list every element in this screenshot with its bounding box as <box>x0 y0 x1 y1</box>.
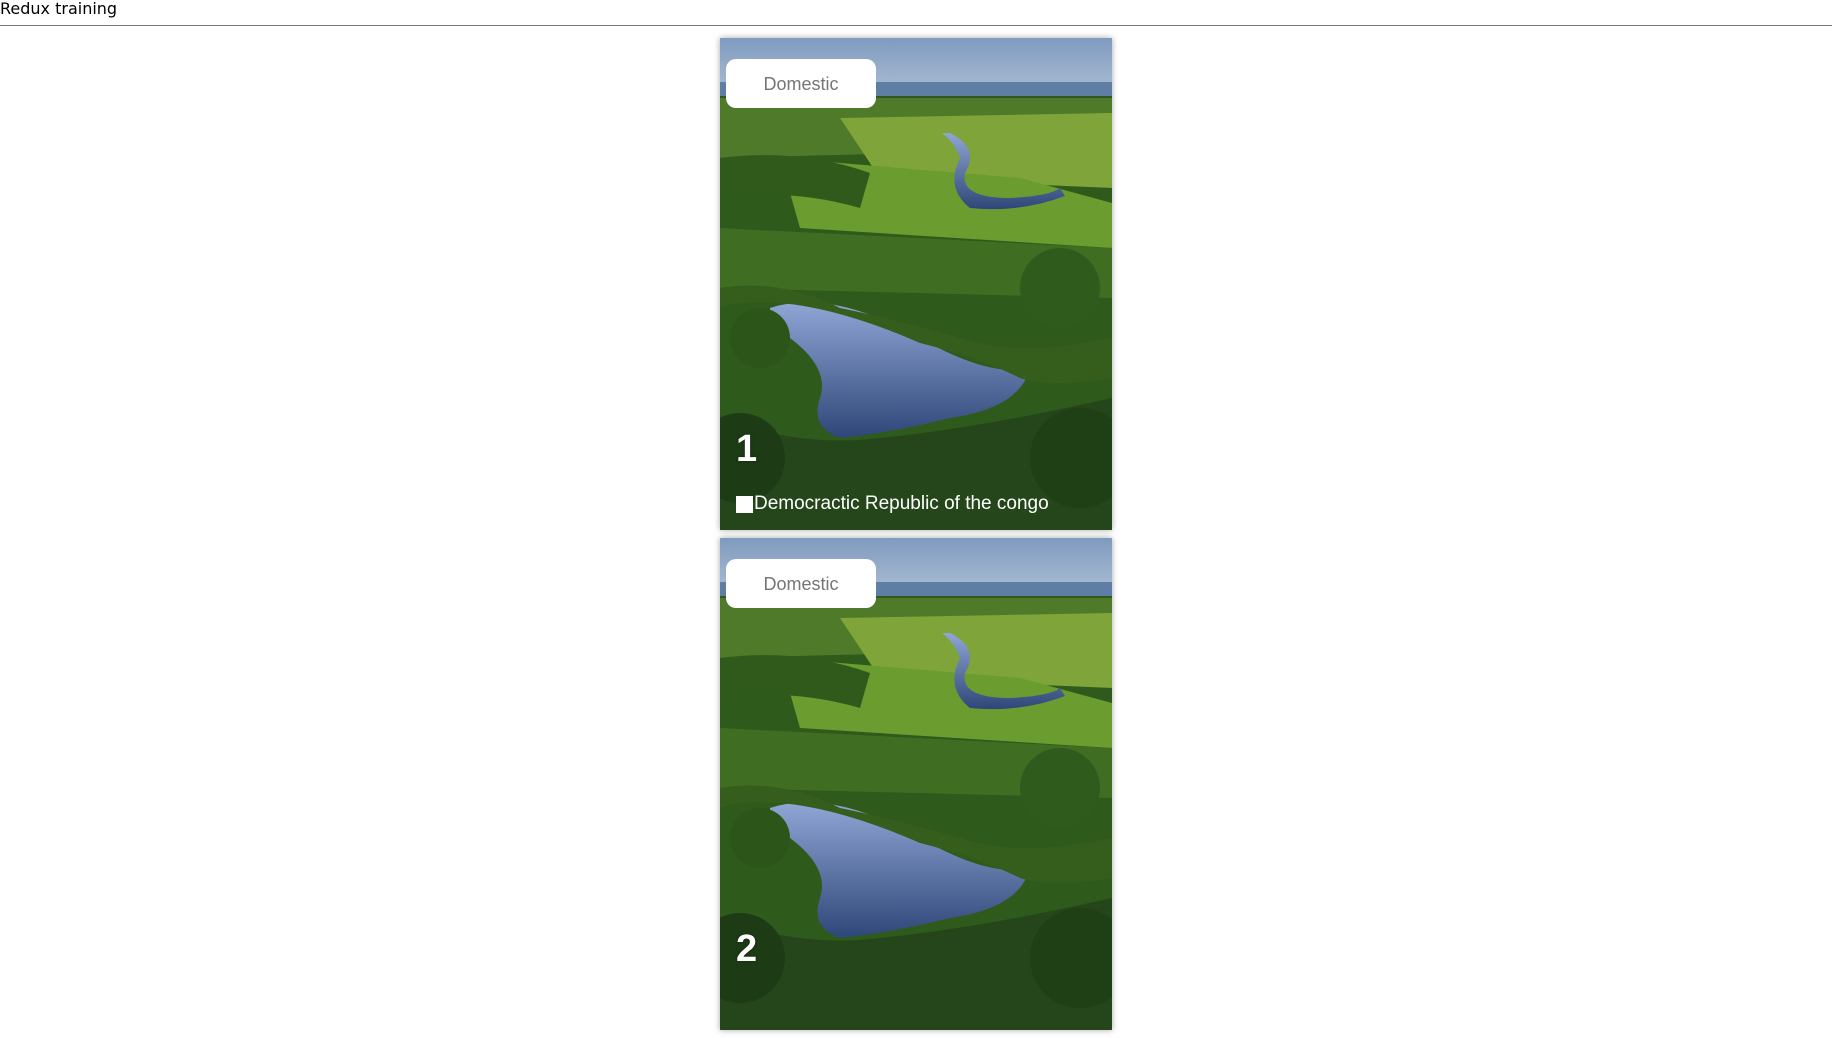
app-header: Redux training <box>0 0 1832 26</box>
card-caption-text: Democractic Republic of the congo <box>754 493 1049 514</box>
destination-card[interactable]: Domestic 1 Democractic Republic of the c… <box>720 38 1112 530</box>
card-list: Domestic 1 Democractic Republic of the c… <box>720 38 1112 1038</box>
destination-card[interactable]: Domestic 2 <box>720 538 1112 1030</box>
app-title: Redux training <box>0 0 118 18</box>
river-landscape-image <box>720 538 1112 1030</box>
category-badge[interactable]: Domestic <box>726 59 876 108</box>
select-checkbox[interactable] <box>736 495 753 513</box>
card-number: 1 <box>736 428 758 470</box>
category-badge[interactable]: Domestic <box>726 559 876 608</box>
river-landscape-image <box>720 38 1112 530</box>
card-caption: Democractic Republic of the congo <box>736 493 1049 515</box>
card-number: 2 <box>736 928 758 970</box>
